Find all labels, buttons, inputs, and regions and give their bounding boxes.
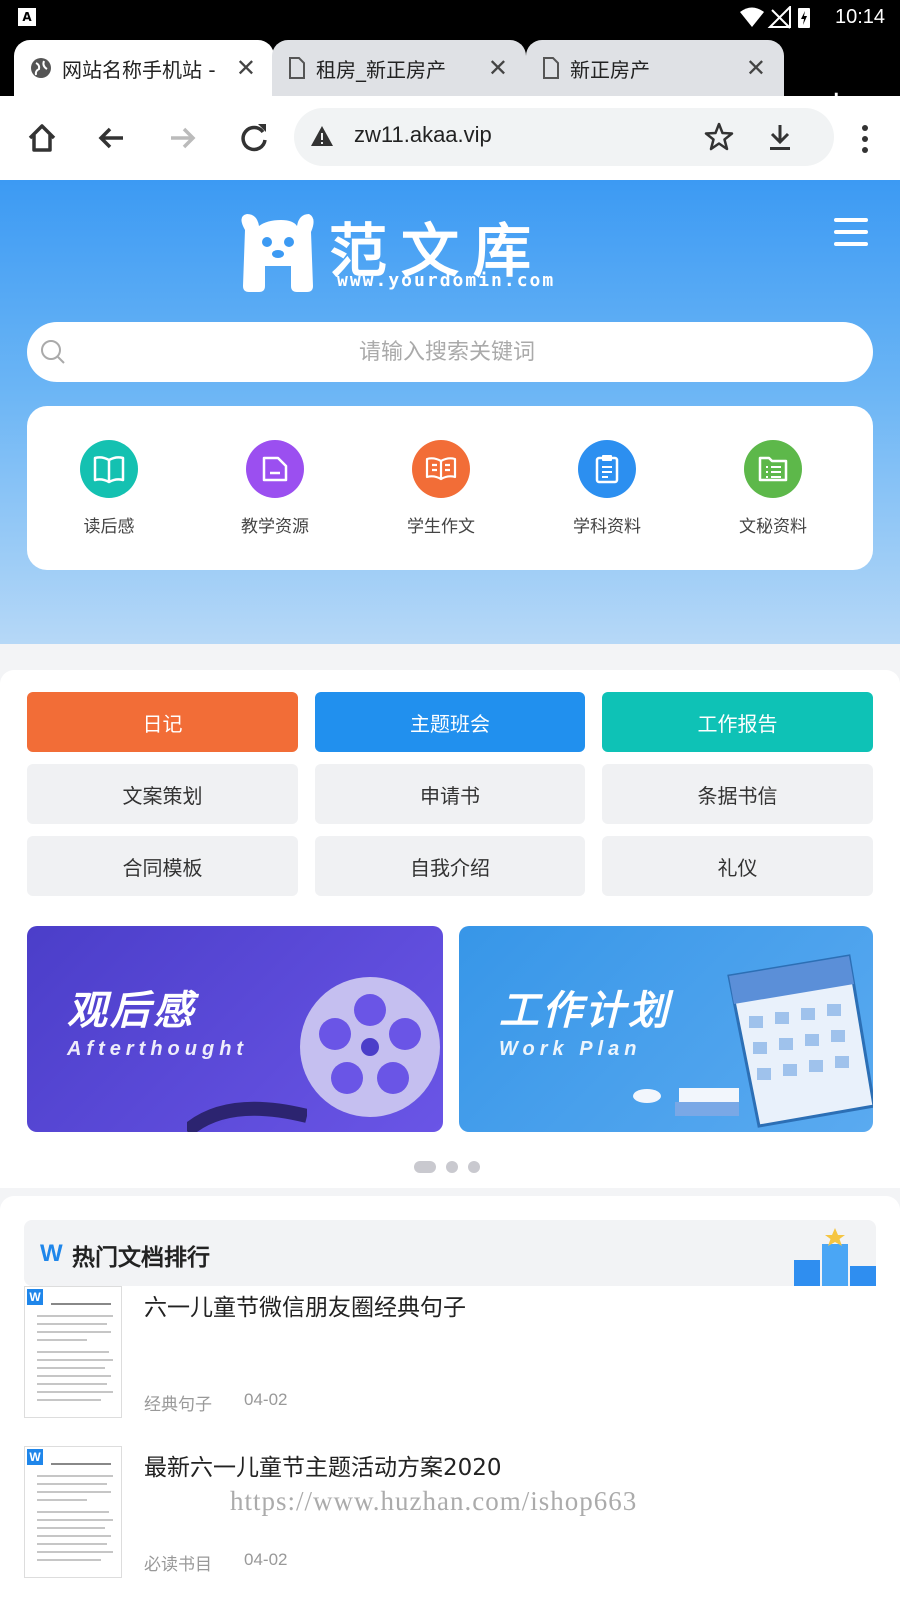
home-icon[interactable]	[20, 116, 64, 160]
document-title[interactable]: 最新六一儿童节主题活动方案2020	[144, 1448, 502, 1482]
section-title: 热门文档排行	[72, 1245, 210, 1271]
globe-icon	[31, 58, 51, 78]
banner-work-plan[interactable]: 工作计划 Work Plan	[459, 926, 873, 1132]
document-title[interactable]: 六一儿童节微信朋友圈经典句子	[144, 1288, 466, 1322]
document-category[interactable]: 必读书目	[144, 1550, 212, 1575]
status-bar: A 10:14	[0, 0, 900, 36]
w-doc-icon: W	[40, 1240, 63, 1267]
site-logo[interactable]: 范文库 www.yourdomin.com	[237, 210, 567, 294]
film-reel-icon	[300, 977, 440, 1117]
mascot-logo-icon	[241, 214, 314, 292]
category-panel: 读后感 教学资源 学生作文 学科资料 文秘资料	[27, 406, 873, 570]
category-reading-notes[interactable]: 读后感	[49, 440, 169, 537]
tab-3[interactable]: 新正房产 ✕	[526, 40, 784, 96]
chip-diary[interactable]: 日记	[27, 692, 298, 752]
carousel-dot-active[interactable]	[414, 1160, 436, 1173]
document-category[interactable]: 经典句子	[144, 1390, 212, 1415]
chip-self-intro[interactable]: 自我介绍	[315, 836, 585, 896]
star-icon[interactable]	[704, 122, 734, 152]
status-icons	[740, 4, 830, 34]
carousel-dot[interactable]	[446, 1160, 458, 1173]
logo-subtitle: www.yourdomin.com	[337, 270, 556, 291]
list-document-icon	[744, 440, 802, 498]
url-bar[interactable]: zw11.akaa.vip	[294, 108, 834, 166]
category-label: 文秘资料	[739, 517, 807, 537]
search-icon[interactable]	[39, 338, 67, 366]
banner-afterthought[interactable]: 观后感 Afterthought	[27, 926, 443, 1132]
document-date: 04-02	[244, 1390, 288, 1409]
film-strip-icon	[187, 1101, 307, 1132]
tab-label: 租房_新正房产	[316, 57, 446, 82]
carousel-dot[interactable]	[468, 1160, 480, 1173]
close-tab-icon[interactable]: ✕	[236, 54, 256, 82]
chip-work-report[interactable]: 工作报告	[602, 692, 873, 752]
chip-contract-template[interactable]: 合同模板	[27, 836, 298, 896]
download-icon[interactable]	[766, 122, 794, 152]
more-menu-icon[interactable]	[860, 124, 870, 154]
carousel-indicator	[414, 1156, 490, 1175]
app-notification-icon: A	[18, 8, 36, 26]
battery-charging-icon	[798, 8, 810, 28]
books-icon	[633, 1088, 739, 1116]
warning-icon[interactable]	[310, 124, 334, 148]
address-bar: zw11.akaa.vip	[0, 96, 900, 180]
chip-copywriting[interactable]: 文案策划	[27, 764, 298, 824]
close-tab-icon[interactable]: ✕	[488, 54, 508, 82]
search-bar	[27, 322, 873, 382]
banner-title: 工作计划	[499, 988, 671, 1034]
tab-2[interactable]: 租房_新正房产 ✕	[272, 40, 526, 96]
podium-chart-icon	[794, 1228, 876, 1286]
hero-header: 范文库 www.yourdomin.com 读后感 教学资源 学生作文	[0, 180, 900, 644]
forward-icon[interactable]	[160, 116, 204, 160]
open-book-icon	[412, 440, 470, 498]
banner-subtitle: Afterthought	[67, 1038, 249, 1060]
chip-application[interactable]: 申请书	[315, 764, 585, 824]
back-icon[interactable]	[90, 116, 134, 160]
document-date: 04-02	[244, 1550, 288, 1569]
tab-label: 网站名称手机站 -	[62, 57, 216, 82]
hot-documents-header: W 热门文档排行	[24, 1220, 876, 1286]
folder-icon	[246, 440, 304, 498]
category-essays[interactable]: 学生作文	[381, 440, 501, 537]
wifi-icon	[740, 7, 764, 27]
tab-label: 新正房产	[570, 57, 650, 82]
reload-icon[interactable]	[232, 116, 276, 160]
document-thumbnail: W	[24, 1286, 122, 1418]
chip-letters[interactable]: 条据书信	[602, 764, 873, 824]
category-label: 学生作文	[407, 517, 475, 537]
hamburger-menu-icon[interactable]	[834, 218, 868, 246]
page-icon	[289, 57, 305, 79]
clock: 10:14	[835, 6, 886, 28]
page-icon	[543, 57, 559, 79]
tab-1[interactable]: 网站名称手机站 - ✕	[14, 40, 274, 96]
category-label: 教学资源	[241, 517, 309, 537]
book-icon	[80, 440, 138, 498]
hot-documents-section: W 热门文档排行 W 六一儿童节微信朋友圈经典句子 经典句子 04-02 W 最…	[0, 1196, 900, 1600]
clipboard-icon	[578, 440, 636, 498]
banner-title: 观后感	[67, 988, 196, 1034]
tab-strip: 网站名称手机站 - ✕ 租房_新正房产 ✕ 新正房产 ✕ +	[0, 36, 900, 120]
category-secretary[interactable]: 文秘资料	[713, 440, 833, 537]
banner-subtitle: Work Plan	[499, 1038, 642, 1060]
close-tab-icon[interactable]: ✕	[746, 54, 766, 82]
document-thumbnail: W	[24, 1446, 122, 1578]
category-teaching[interactable]: 教学资源	[215, 440, 335, 537]
chip-class-meeting[interactable]: 主题班会	[315, 692, 585, 752]
chip-etiquette[interactable]: 礼仪	[602, 836, 873, 896]
search-input[interactable]	[87, 322, 807, 382]
list-item[interactable]: W 六一儿童节微信朋友圈经典句子 经典句子 04-02	[24, 1286, 876, 1421]
no-signal-icon	[767, 4, 791, 29]
category-subjects[interactable]: 学科资料	[547, 440, 667, 537]
url-text[interactable]: zw11.akaa.vip	[354, 122, 492, 148]
watermark: https://www.huzhan.com/ishop663	[230, 1486, 638, 1516]
category-label: 读后感	[83, 517, 135, 537]
category-label: 学科资料	[573, 517, 641, 537]
topic-section: 日记 主题班会 工作报告 文案策划 申请书 条据书信 合同模板 自我介绍 礼仪 …	[0, 670, 900, 1188]
